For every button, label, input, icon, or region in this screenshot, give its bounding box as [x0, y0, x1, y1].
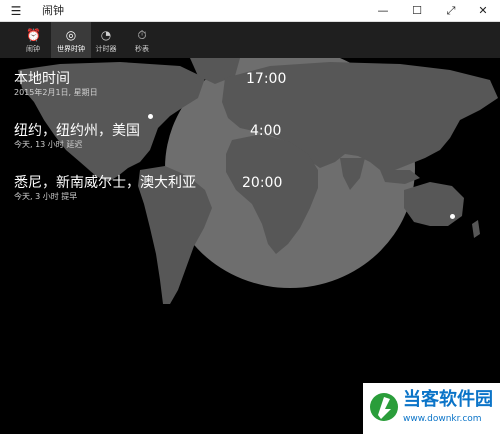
watermark-logo-icon — [370, 393, 398, 421]
world-map-graphic — [18, 58, 498, 304]
city-detail: 今天, 13 小时 延迟 — [14, 140, 83, 149]
alarm-icon: ⏰ — [26, 28, 41, 42]
timer-icon: ◔ — [100, 28, 112, 42]
new-zealand-shape — [472, 220, 480, 238]
city-name: 悉尼，新南威尔士，澳大利亚 — [14, 175, 196, 191]
tab-stopwatch[interactable]: ⏱ 秒表 — [122, 22, 162, 58]
tab-alarm[interactable]: ⏰ 闹钟 — [13, 22, 53, 58]
world-clock-window: ☰ 闹钟 — ☐ ⤢ ✕ ⏰ 闹钟 ◎ 世界时钟 ◔ 计时器 ⏱ 秒表 本地时间… — [0, 0, 500, 434]
city-detail: 今天, 3 小时 提早 — [14, 192, 78, 201]
clock-time: 17:00 — [246, 71, 287, 87]
world-clock-icon: ◎ — [65, 28, 77, 42]
close-button[interactable]: ✕ — [466, 0, 500, 22]
city-name: 本地时间 — [14, 71, 70, 87]
tab-label: 计时器 — [95, 45, 117, 53]
tab-label: 秒表 — [135, 45, 149, 53]
fullscreen-button[interactable]: ⤢ — [434, 0, 468, 22]
clock-time: 20:00 — [242, 175, 283, 191]
tab-timer[interactable]: ◔ 计时器 — [86, 22, 126, 58]
city-name: 纽约，纽约州，美国 — [14, 123, 140, 139]
clock-entry-sydney[interactable]: 悉尼，新南威尔士，澳大利亚 今天, 3 小时 提早 — [14, 174, 196, 202]
nav-tabs: ⏰ 闹钟 ◎ 世界时钟 ◔ 计时器 ⏱ 秒表 — [0, 22, 500, 58]
clock-entry-new-york[interactable]: 纽约，纽约州，美国 今天, 13 小时 延迟 — [14, 122, 140, 150]
watermark-url: www.downkr.com — [403, 414, 482, 424]
tab-label: 世界时钟 — [57, 45, 85, 53]
title-bar: ☰ 闹钟 — ☐ ⤢ ✕ — [0, 0, 500, 22]
clock-time: 4:00 — [250, 123, 282, 139]
watermark-title: 当客软件园 — [403, 389, 493, 410]
app-title: 闹钟 — [42, 4, 64, 17]
new-york-marker — [148, 114, 153, 119]
stopwatch-icon: ⏱ — [137, 28, 147, 42]
australia-shape — [404, 182, 464, 226]
clock-entry-local[interactable]: 本地时间 2015年2月1日, 星期日 — [14, 70, 98, 98]
watermark-badge: 当客软件园 www.downkr.com — [363, 383, 500, 434]
maximize-button[interactable]: ☐ — [400, 0, 434, 22]
hamburger-icon[interactable]: ☰ — [8, 3, 24, 19]
minimize-button[interactable]: — — [366, 0, 400, 22]
sydney-marker — [450, 214, 455, 219]
tab-world-clock[interactable]: ◎ 世界时钟 — [51, 22, 91, 58]
world-map — [0, 58, 500, 434]
city-detail: 2015年2月1日, 星期日 — [14, 88, 98, 97]
tab-label: 闹钟 — [26, 45, 40, 53]
